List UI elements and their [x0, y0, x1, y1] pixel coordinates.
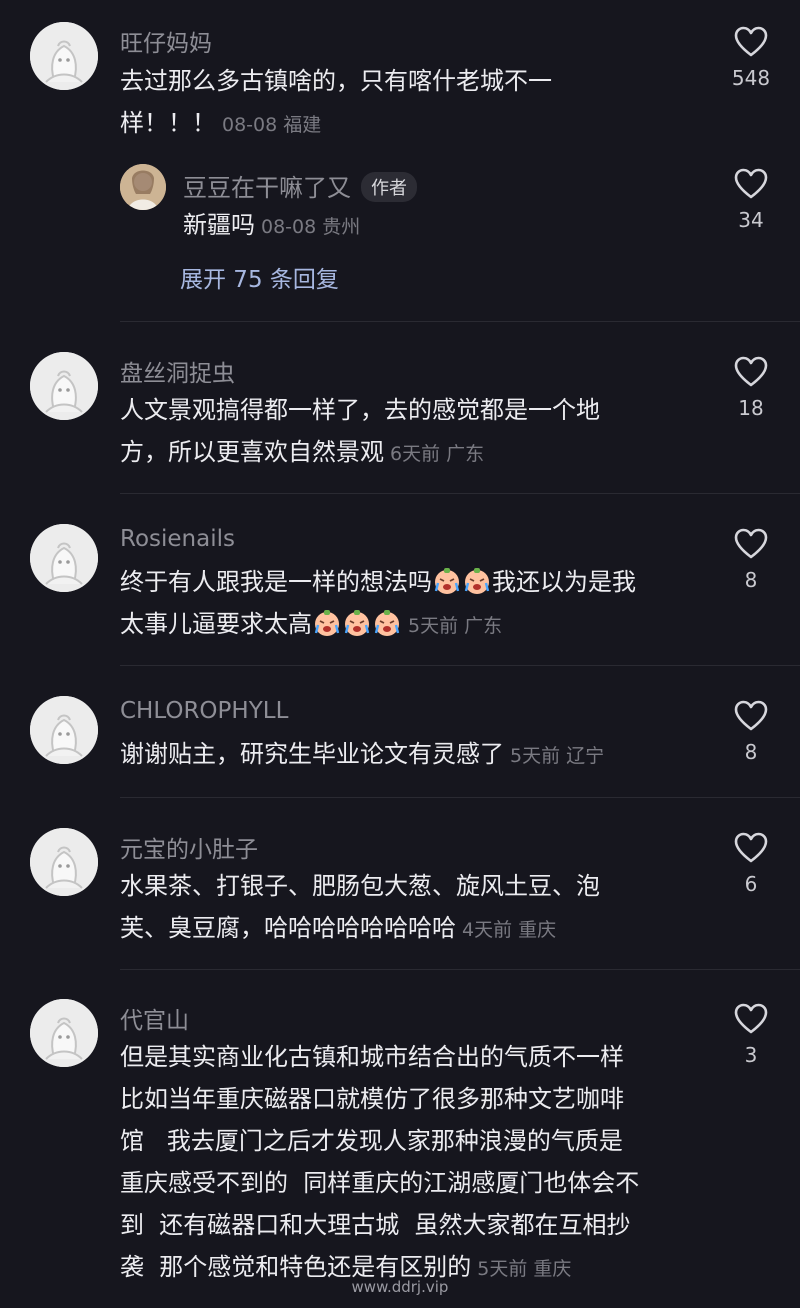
- comment-time: 6天前: [390, 443, 441, 465]
- reply-avatar[interactable]: [120, 164, 166, 210]
- comment-text: 终于有人跟我是一样的想法吗 我还以为是我 太事儿逼要求太高 5天前 广东: [120, 561, 710, 647]
- comment-username[interactable]: 旺仔妈妈: [120, 24, 212, 58]
- like-button[interactable]: 8: [722, 528, 780, 592]
- crying-face-emoji: [344, 610, 370, 636]
- like-count: 3: [744, 1043, 758, 1067]
- divider: [120, 969, 800, 970]
- like-count: 548: [731, 66, 771, 90]
- watermark: www.ddrj.vip: [351, 1278, 449, 1296]
- comment-line: 袭 那个感觉和特色还是有区别的: [120, 1253, 472, 1281]
- divider: [120, 665, 800, 666]
- comment-content: 去过那么多古镇啥的，只有喀什老城不一样！！！: [120, 67, 552, 137]
- comment-line: 比如当年重庆磁器口就模仿了很多那种文艺咖啡: [120, 1085, 624, 1113]
- comment-line: 馆 我去厦门之后才发现人家那种浪漫的气质是: [120, 1127, 623, 1155]
- comment-line-with-meta: 芙、臭豆腐，哈哈哈哈哈哈哈哈 4天前 重庆: [120, 907, 710, 951]
- comment-line: 终于有人跟我是一样的想法吗: [120, 568, 432, 596]
- default-avatar-icon: [30, 22, 98, 90]
- comment-text: 谢谢贴主，研究生毕业论文有灵感了 5天前 辽宁: [120, 733, 710, 777]
- comment-username[interactable]: 代官山: [120, 1001, 189, 1035]
- heart-outline-icon: [734, 528, 768, 559]
- comment-line: 到 还有磁器口和大理古城 虽然大家都在互相抄: [120, 1211, 631, 1239]
- comment-text: 人文景观搞得都一样了，去的感觉都是一个地 方，所以更喜欢自然景观 6天前 广东: [120, 389, 710, 475]
- crying-face-emoji: [374, 610, 400, 636]
- comment-username[interactable]: Rosienails: [120, 526, 235, 552]
- comment-location: 重庆: [518, 919, 557, 941]
- comment-text: 水果茶、打银子、肥肠包大葱、旋风土豆、泡 芙、臭豆腐，哈哈哈哈哈哈哈哈 4天前 重庆: [120, 865, 710, 951]
- heart-outline-icon: [734, 26, 768, 57]
- default-avatar-icon: [30, 696, 98, 764]
- default-avatar-icon: [30, 352, 98, 420]
- like-button[interactable]: 548: [722, 26, 780, 90]
- heart-outline-icon: [734, 356, 768, 387]
- reply-username: 豆豆在干嘛了又 作者: [183, 168, 417, 203]
- divider: [120, 321, 800, 322]
- author-avatar-icon: [120, 164, 166, 210]
- comment-location: 重庆: [533, 1258, 572, 1280]
- heart-outline-icon: [734, 1003, 768, 1034]
- comment-time: 4天前: [462, 919, 513, 941]
- avatar[interactable]: [30, 22, 98, 90]
- avatar[interactable]: [30, 352, 98, 420]
- default-avatar-icon: [30, 828, 98, 896]
- heart-outline-icon: [734, 832, 768, 863]
- avatar[interactable]: [30, 524, 98, 592]
- comment-location: 广东: [446, 443, 485, 465]
- like-button[interactable]: 8: [722, 700, 780, 764]
- comment-line: 方，所以更喜欢自然景观: [120, 438, 384, 466]
- heart-outline-icon: [734, 700, 768, 731]
- comment-username[interactable]: CHLOROPHYLL: [120, 698, 288, 724]
- comment-line: 但是其实商业化古镇和城市结合出的气质不一样: [120, 1043, 624, 1071]
- crying-face-emoji: [434, 568, 460, 594]
- comment-username[interactable]: 盘丝洞捉虫: [120, 354, 235, 388]
- avatar[interactable]: [30, 999, 98, 1067]
- comment-time: 5天前: [510, 745, 561, 767]
- reply-content: 新疆吗: [183, 211, 255, 239]
- comment-location: 福建: [283, 114, 322, 136]
- reply-like-count: 34: [738, 208, 764, 232]
- comment-username[interactable]: 元宝的小肚子: [120, 830, 258, 864]
- divider: [120, 493, 800, 494]
- reply-like-button[interactable]: 34: [722, 168, 780, 232]
- reply-location: 贵州: [322, 216, 361, 238]
- avatar[interactable]: [30, 828, 98, 896]
- comment-location: 广东: [464, 615, 503, 637]
- comment-line: 芙、臭豆腐，哈哈哈哈哈哈哈哈: [120, 914, 456, 942]
- reply-text: 新疆吗 08-08 贵州: [183, 204, 663, 248]
- comment-line: 水果茶、打银子、肥肠包大葱、旋风土豆、泡: [120, 872, 600, 900]
- comment-time: 5天前: [477, 1258, 528, 1280]
- crying-face-emoji: [464, 568, 490, 594]
- default-avatar-icon: [30, 999, 98, 1067]
- avatar[interactable]: [30, 696, 98, 764]
- comment-line: 人文景观搞得都一样了，去的感觉都是一个地: [120, 396, 600, 424]
- comment-time: 5天前: [408, 615, 459, 637]
- heart-outline-icon: [734, 168, 768, 199]
- comment-line-with-meta: 方，所以更喜欢自然景观 6天前 广东: [120, 431, 710, 475]
- comment-content: 谢谢贴主，研究生毕业论文有灵感了: [120, 740, 504, 768]
- comment-line: 太事儿逼要求太高: [120, 610, 312, 638]
- comment-time: 08-08: [222, 114, 278, 136]
- divider: [120, 797, 800, 798]
- like-button[interactable]: 3: [722, 1003, 780, 1067]
- comment-line-with-emoji: 终于有人跟我是一样的想法吗 我还以为是我: [120, 561, 710, 603]
- like-count: 18: [738, 396, 764, 420]
- comment-line-with-meta: 太事儿逼要求太高 5天前 广东: [120, 603, 710, 647]
- comment-line: 我还以为是我: [492, 568, 636, 596]
- comment-text: 但是其实商业化古镇和城市结合出的气质不一样 比如当年重庆磁器口就模仿了很多那种文…: [120, 1036, 720, 1290]
- like-button[interactable]: 6: [722, 832, 780, 896]
- default-avatar-icon: [30, 524, 98, 592]
- comment-text: 去过那么多古镇啥的，只有喀什老城不一样！！！ 08-08 福建: [120, 60, 620, 146]
- like-count: 8: [744, 568, 758, 592]
- author-badge: 作者: [361, 172, 417, 202]
- like-button[interactable]: 18: [722, 356, 780, 420]
- comment-location: 辽宁: [566, 745, 605, 767]
- reply-username-text[interactable]: 豆豆在干嘛了又: [183, 174, 351, 202]
- reply-time: 08-08: [261, 216, 317, 238]
- expand-replies-link[interactable]: 展开 75 条回复: [180, 260, 339, 294]
- like-count: 8: [744, 740, 758, 764]
- like-count: 6: [744, 872, 758, 896]
- crying-face-emoji: [314, 610, 340, 636]
- comment-line: 重庆感受不到的 同样重庆的江湖感厦门也体会不: [120, 1169, 640, 1197]
